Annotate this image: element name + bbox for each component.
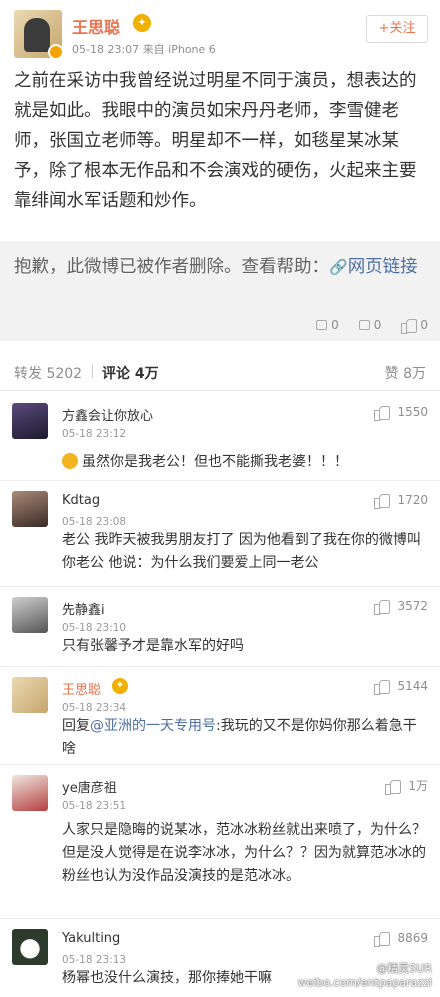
comment-text: 只有张馨予才是靠水军的好吗 — [62, 638, 244, 654]
comment-item: 先静鑫i 05-18 23:10 3572 只有张馨予才是靠水军的好吗 — [0, 587, 440, 667]
comment-like-button[interactable]: 1万 — [385, 777, 428, 795]
comment-icon — [358, 320, 370, 330]
comment-item: Kdtag 05-18 23:08 1720 老公 我昨天被我男朋友打了 因为他… — [0, 481, 440, 587]
vip-icon: ✦ — [112, 678, 128, 694]
thumb-up-icon — [385, 779, 402, 795]
commenter-avatar[interactable] — [12, 775, 48, 811]
comment-like-button[interactable]: 1550 — [374, 405, 428, 421]
comment-time: 05-18 23:10 — [62, 622, 127, 634]
commenter-avatar[interactable] — [12, 403, 48, 439]
comment-item: ye唐彦祖 05-18 23:51 1万 人家只是隐晦的说某冰，范冰冰粉丝就出来… — [0, 765, 440, 919]
repost-icon — [316, 320, 328, 330]
tab-comment[interactable]: 评论 4万 — [102, 363, 159, 383]
tab-repost[interactable]: 转发 5202 — [14, 363, 82, 383]
commenter-name[interactable]: Yakulting — [62, 931, 120, 946]
link-icon: 🔗 — [329, 258, 348, 276]
comment-like-count: 5144 — [397, 679, 428, 693]
comment-like-count: 1720 — [397, 493, 428, 507]
comment-text: 老公 我昨天被我男朋友打了 因为他看到了我在你的微博叫你老公 他说：为什么我们要… — [62, 532, 421, 571]
commenter-avatar[interactable] — [12, 491, 48, 527]
thumb-up-icon — [374, 599, 391, 615]
commenter-avatar[interactable] — [12, 677, 48, 713]
watermark-url: weibo.com/entpaparazzi — [297, 976, 432, 989]
reply-prefix: 回复 — [62, 718, 90, 734]
vip-icon: ✦ — [133, 14, 151, 32]
tab-like[interactable]: 赞 8万 — [385, 363, 426, 383]
commenter-name[interactable]: 王思聪 — [62, 679, 101, 698]
comment-like-button[interactable]: 3572 — [374, 599, 428, 615]
retweet-box[interactable]: 抱歉，此微博已被作者删除。查看帮助：🔗网页链接 0 0 0 — [0, 241, 440, 341]
tab-bar: 转发 5202 评论 4万 赞 8万 — [0, 351, 440, 391]
comment-item: 王思聪 ✦ 05-18 23:34 5144 回复@亚洲的一天专用号:我玩的又不… — [0, 667, 440, 765]
comment-time: 05-18 23:08 — [62, 516, 127, 528]
comment-like-count: 1万 — [408, 779, 428, 793]
watermark-handle: @精灵SUR — [376, 962, 432, 975]
comment-like-button[interactable]: 5144 — [374, 679, 428, 695]
comment-like-count: 8869 — [397, 931, 428, 945]
thumb-up-icon — [374, 931, 391, 947]
like-count: 0 — [420, 318, 428, 332]
comment-item: 方鑫会让你放心 05-18 23:12 1550 虽然你是我老公！但也不能撕我老… — [0, 393, 440, 481]
thumb-up-icon — [374, 493, 391, 509]
retweet-repost[interactable]: 0 — [316, 318, 339, 332]
author-avatar[interactable] — [14, 10, 62, 58]
comment-time: 05-18 23:34 — [62, 702, 127, 714]
comment-like-button[interactable]: 8869 — [374, 931, 428, 947]
comment-time: 05-18 23:51 — [62, 800, 127, 812]
tab-divider — [92, 364, 93, 378]
thumb-up-icon — [374, 405, 391, 421]
commenter-name[interactable]: 方鑫会让你放心 — [62, 405, 153, 424]
commenter-avatar[interactable] — [12, 597, 48, 633]
retweet-comment[interactable]: 0 — [358, 318, 382, 332]
comment-like-count: 3572 — [397, 599, 428, 613]
retweet-like[interactable]: 0 — [401, 318, 428, 334]
post-header: 王思聪 ✦ 05-18 23:07 来自 iPhone 6 +关注 — [0, 0, 440, 62]
comment-count: 0 — [373, 318, 382, 332]
repost-count: 0 — [331, 318, 339, 332]
deleted-notice: 抱歉，此微博已被作者删除。查看帮助：🔗网页链接 — [14, 253, 424, 281]
deleted-text: 抱歉，此微博已被作者删除。查看帮助： — [14, 257, 329, 277]
commenter-name[interactable]: Kdtag — [62, 493, 100, 508]
verified-badge-icon — [48, 44, 62, 58]
commenter-name[interactable]: 先静鑫i — [62, 599, 105, 618]
mention-link[interactable]: @亚洲的一天专用号 — [90, 718, 216, 734]
comment-like-count: 1550 — [397, 405, 428, 419]
comment-text: 虽然你是我老公！但也不能撕我老婆！！！ — [62, 451, 426, 474]
comment-like-button[interactable]: 1720 — [374, 493, 428, 509]
comment-text: 回复@亚洲的一天专用号:我玩的又不是你妈你那么着急干啥 — [62, 715, 426, 761]
emoji-icon — [62, 453, 78, 469]
commenter-name[interactable]: ye唐彦祖 — [62, 777, 117, 796]
follow-button[interactable]: +关注 — [366, 15, 428, 43]
avatar-figure — [24, 18, 50, 52]
like-icon — [401, 318, 418, 334]
comment-text-content: 虽然你是我老公！但也不能撕我老婆！！！ — [82, 454, 348, 470]
commenter-avatar[interactable] — [12, 929, 48, 965]
watermark: @精灵SUR weibo.com/entpaparazzi — [298, 962, 432, 990]
thumb-up-icon — [374, 679, 391, 695]
comment-text: 人家只是隐晦的说某冰，范冰冰粉丝就出来喷了，为什么？但是没人觉得是在说李冰冰，为… — [62, 822, 426, 884]
retweet-stats: 0 0 0 — [316, 318, 428, 334]
author-name[interactable]: 王思聪 — [72, 14, 120, 38]
post-body: 之前在采访中我曾经说过明星不同于演员，想表达的就是如此。我眼中的演员如宋丹丹老师… — [14, 71, 417, 211]
comment-time: 05-18 23:12 — [62, 428, 127, 440]
web-link[interactable]: 网页链接 — [348, 257, 418, 277]
post-meta: 05-18 23:07 来自 iPhone 6 — [72, 43, 216, 56]
comment-time: 05-18 23:13 — [62, 954, 127, 966]
